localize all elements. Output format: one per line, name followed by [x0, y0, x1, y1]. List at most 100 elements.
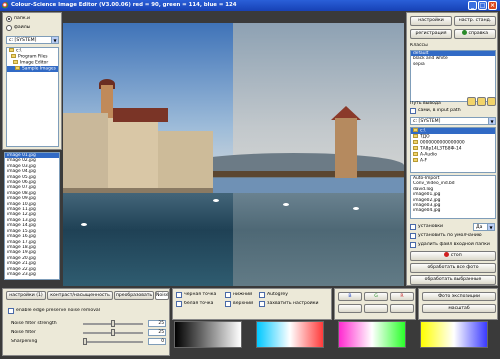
folder-tree[interactable]: c:\ Program Files Image Editor Sample Im…	[6, 47, 59, 147]
photo-swan	[81, 223, 87, 226]
slider-value[interactable]: 25	[148, 320, 166, 327]
delete-input-label: удалить файл входной папки	[418, 242, 490, 247]
capture-settings-checkbox[interactable]	[259, 301, 265, 307]
file-list[interactable]: image 01.jpg image 02.jpg image 03.jpg i…	[4, 152, 60, 280]
folder-icon	[413, 139, 418, 144]
delete-input-checkbox[interactable]	[410, 242, 416, 248]
photo-building	[63, 113, 108, 193]
list-item[interactable]: sepia	[411, 62, 495, 67]
photo-building	[108, 118, 158, 193]
tree-item[interactable]: Sample Images	[7, 65, 58, 72]
folders-radio[interactable]	[6, 16, 12, 22]
help-button[interactable]: справка	[454, 29, 496, 39]
list-item[interactable]: image 23.jpg	[5, 272, 59, 277]
same-path-checkbox[interactable]	[410, 108, 416, 114]
channel-button[interactable]	[390, 304, 414, 313]
slider-label: Noise filter	[11, 330, 36, 335]
folder-icon	[413, 151, 418, 156]
slider-value[interactable]: 0	[148, 338, 166, 345]
same-path-label: сами, в input path	[418, 108, 461, 113]
slider-label: Sharpening	[11, 339, 38, 344]
window-title: Colour-Science Image Editor (V3.00.06) r…	[11, 2, 237, 8]
process-selected-button[interactable]: обработать выбранные	[410, 275, 496, 285]
white-point-checkbox[interactable]	[176, 301, 182, 307]
browse-folder-icon[interactable]	[477, 97, 486, 106]
adjustments-panel: настройки (1) контраст/насыщенность прео…	[2, 288, 170, 356]
settings-value-select[interactable]: Да ▼	[473, 223, 495, 231]
enable-noise-checkbox[interactable]	[8, 308, 14, 314]
folder-icon	[413, 133, 418, 138]
register-button[interactable]: регистрация	[410, 29, 452, 39]
slider-thumb[interactable]	[111, 320, 115, 327]
set-default-label: установить по умолчанию	[418, 233, 482, 238]
stop-icon	[444, 252, 450, 257]
black-point-checkbox[interactable]	[176, 292, 182, 298]
drive-select[interactable]: c: [SYSTEM] ▼	[6, 36, 59, 44]
folder-panel: папк.и файлы c: [SYSTEM] ▼ c:\ Program Fi…	[2, 12, 62, 150]
magenta-green-gradient	[338, 321, 406, 348]
folder-icon	[413, 145, 418, 150]
photo-watertower	[335, 118, 357, 178]
tree-item[interactable]: A-F	[411, 157, 495, 164]
minimize-button[interactable]: _	[468, 1, 477, 10]
photo-swan	[283, 203, 289, 206]
photo-swan	[353, 207, 359, 210]
help-icon	[461, 30, 467, 35]
settings-label: установки	[418, 224, 444, 229]
autogrey-checkbox[interactable]	[259, 292, 265, 298]
exposure-panel: Фото экспозиции масштаб	[418, 288, 498, 320]
files-radio[interactable]	[6, 25, 12, 31]
photo-sky-right	[233, 23, 404, 173]
tab-noise[interactable]: Noise	[155, 291, 169, 300]
slider-value[interactable]: 25	[148, 329, 166, 336]
presets-list[interactable]: default black and white sepia	[410, 50, 496, 102]
open-folder-icon[interactable]	[487, 97, 496, 106]
set-default-checkbox[interactable]	[410, 233, 416, 239]
enable-noise-label: enable edge preserve noise removal	[16, 308, 101, 313]
photo-bridge	[213, 171, 404, 177]
photo-roof	[113, 108, 168, 122]
tab-contrast-saturation[interactable]: контраст/насыщенность	[47, 291, 113, 300]
sharpening-slider[interactable]	[83, 341, 143, 343]
tab-transform[interactable]: преобразовать	[114, 291, 154, 300]
output-folder-tree[interactable]: c:\ ТДО 0000000000000000 ТА8р14L3ТБ8Ф-14…	[410, 127, 496, 173]
folder-icon	[15, 65, 20, 70]
upper-label: верхний	[233, 301, 254, 306]
chevron-down-icon: ▼	[488, 118, 495, 124]
process-all-button[interactable]: обработать все фото	[410, 263, 496, 273]
image-canvas[interactable]	[63, 23, 404, 286]
blue-channel-button[interactable]: B	[338, 292, 362, 301]
app-icon	[2, 2, 9, 9]
slider-thumb[interactable]	[83, 338, 87, 345]
settings-checkbox[interactable]	[410, 224, 416, 230]
folder-icon	[9, 48, 14, 52]
folder-icon	[13, 59, 18, 64]
upper-checkbox[interactable]	[225, 301, 231, 307]
scale-button[interactable]: масштаб	[422, 304, 496, 313]
red-channel-button[interactable]: R	[390, 292, 414, 301]
black-point-label: черная точка	[184, 292, 217, 297]
photo-swan	[213, 199, 219, 202]
slider-thumb[interactable]	[111, 329, 115, 336]
lower-checkbox[interactable]	[225, 292, 231, 298]
output-drive-select[interactable]: c: [SYSTEM] ▼	[410, 117, 496, 125]
tab-settings[interactable]: настройки	[410, 16, 452, 26]
exposure-button[interactable]: Фото экспозиции	[422, 292, 496, 301]
tab-settings-1[interactable]: настройки (1)	[6, 291, 46, 300]
output-file-list[interactable]: Auto-Import Conv_Video_ind.bd david.log …	[410, 175, 496, 219]
chevron-down-icon: ▼	[487, 224, 494, 230]
channel-button[interactable]	[338, 304, 362, 313]
list-item[interactable]: image04.jpg	[411, 208, 495, 213]
stop-button[interactable]: стоп	[410, 251, 496, 261]
channel-options: B G R	[334, 288, 416, 320]
green-channel-button[interactable]: G	[364, 292, 388, 301]
folder-icon	[11, 53, 16, 58]
tab-standard-settings[interactable]: настр. станд.	[454, 16, 496, 26]
channel-button[interactable]	[364, 304, 388, 313]
maximize-button[interactable]: □	[478, 1, 487, 10]
close-button[interactable]: ×	[488, 1, 497, 10]
presets-label: Классы	[410, 43, 428, 48]
folder-icon	[413, 128, 418, 132]
capture-settings-label: захватить настройки	[267, 301, 319, 306]
new-folder-icon[interactable]	[467, 97, 476, 106]
